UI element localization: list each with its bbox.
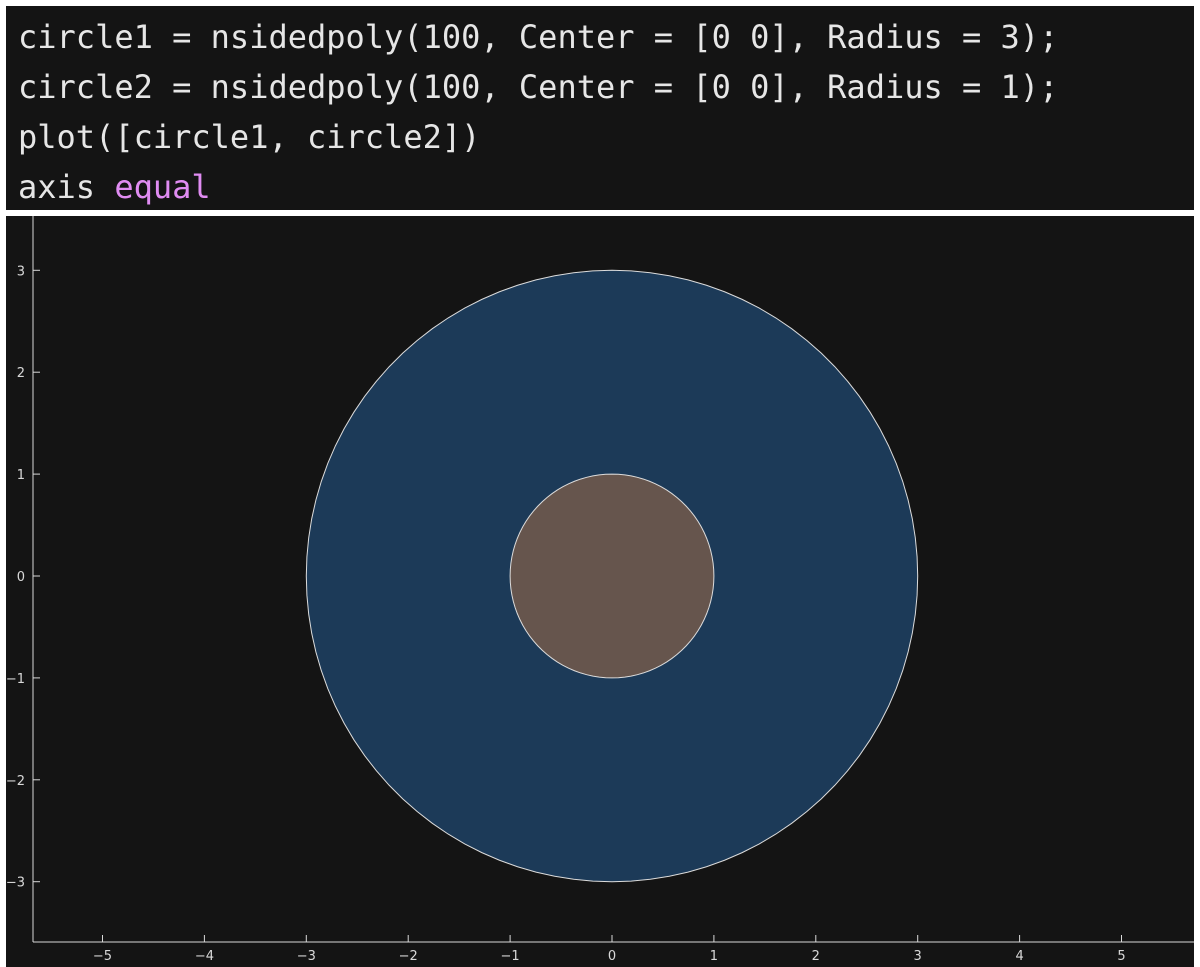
code-line: circle1 = nsidedpoly(100, Center = [0 0]… — [18, 12, 1194, 62]
x-tick-label: 5 — [1117, 949, 1125, 964]
y-tick-label: −2 — [6, 774, 25, 789]
code-editor[interactable]: circle1 = nsidedpoly(100, Center = [0 0]… — [6, 6, 1194, 210]
series-polygon-2 — [509, 473, 715, 679]
x-tick-label: −3 — [297, 949, 316, 964]
x-tick-label: 4 — [1015, 949, 1023, 964]
code-text: circle1 = nsidedpoly(100, Center = [0 0]… — [18, 18, 1059, 56]
series-layer — [305, 269, 919, 883]
x-tick-label: −5 — [93, 949, 112, 964]
code-text: axis — [18, 168, 115, 206]
code-line: axis equal — [18, 162, 1194, 212]
plot-figure: −5 −4 −3 −2 −1 0 1 2 3 4 5 −3 −2 −1 0 1 2 3 — [6, 216, 1194, 967]
x-tick-label: −2 — [399, 949, 418, 964]
x-tick-label: 1 — [710, 949, 718, 964]
x-tick-label: −1 — [501, 949, 520, 964]
screenshot: circle1 = nsidedpoly(100, Center = [0 0]… — [0, 0, 1200, 967]
y-tick-label: −1 — [6, 672, 25, 687]
code-text: plot([circle1, circle2]) — [18, 118, 481, 156]
code-keyword: equal — [114, 168, 211, 206]
code-text: circle2 = nsidedpoly(100, Center = [0 0]… — [18, 68, 1059, 106]
y-tick-label: 2 — [17, 366, 25, 381]
code-line: circle2 = nsidedpoly(100, Center = [0 0]… — [18, 62, 1194, 112]
code-line: plot([circle1, circle2]) — [18, 112, 1194, 162]
x-tick-label: −4 — [195, 949, 214, 964]
y-tick-label: 3 — [17, 264, 25, 279]
y-tick-label: −3 — [6, 876, 25, 891]
polygon-plot: −5 −4 −3 −2 −1 0 1 2 3 4 5 −3 −2 −1 0 1 2 3 — [6, 216, 1194, 964]
x-tick-label: 0 — [608, 949, 616, 964]
x-tick-label: 2 — [812, 949, 820, 964]
y-tick-label: 0 — [17, 570, 25, 585]
y-tick-label: 1 — [17, 468, 25, 483]
x-tick-label: 3 — [914, 949, 922, 964]
